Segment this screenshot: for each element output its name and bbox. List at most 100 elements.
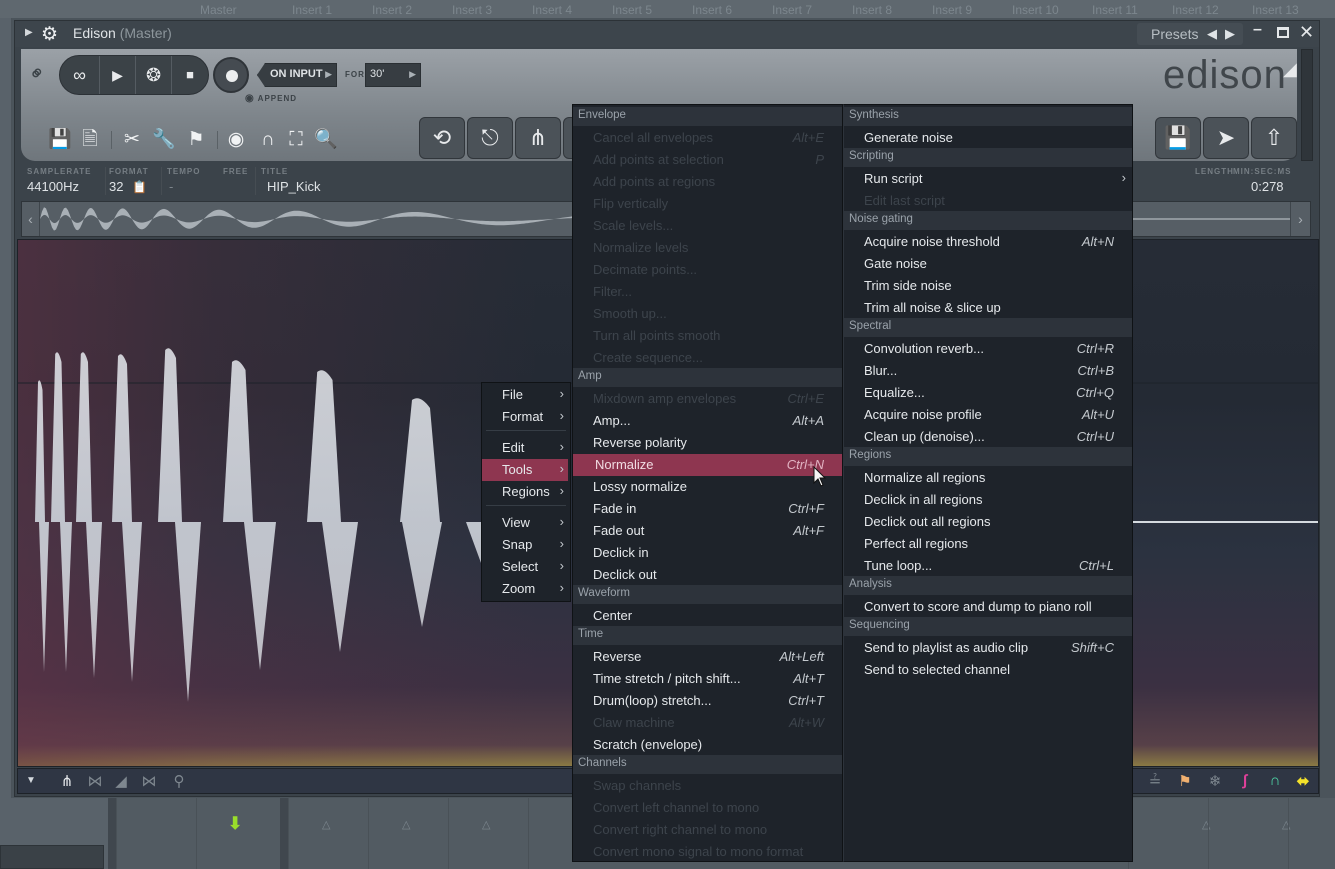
undo-button[interactable]: ⟲	[419, 117, 465, 159]
mixer-track-label[interactable]: Insert 2	[372, 3, 412, 17]
marker-flag-icon[interactable]: ⚑	[183, 127, 209, 153]
menu-item-convolution-reverb[interactable]: Convolution reverb... Ctrl+R	[844, 338, 1132, 360]
menu-item-convert-to-score-and-dump-to-piano-roll[interactable]: Convert to score and dump to piano roll	[844, 596, 1132, 618]
options-dropdown-icon[interactable]: ▼	[20, 775, 42, 786]
mixer-send-arrow-icon[interactable]: △	[322, 818, 330, 831]
magnet-snap-icon[interactable]: ∩	[1264, 772, 1286, 789]
menu-item-acquire-noise-profile[interactable]: Acquire noise profile Alt+U	[844, 404, 1132, 426]
scissors-icon[interactable]: ✂	[119, 127, 145, 153]
menu-item-scratch-envelope[interactable]: Scratch (envelope)	[573, 734, 842, 756]
clipboard-icon[interactable]: 📋	[132, 180, 147, 194]
loop-button[interactable]: ∞	[60, 56, 100, 94]
mixer-track-label[interactable]: Insert 9	[932, 3, 972, 17]
close-icon[interactable]: ✕	[1299, 22, 1314, 43]
gear-icon[interactable]: ⚙	[41, 23, 58, 46]
mixer-send-arrow-icon[interactable]: △	[1282, 818, 1290, 831]
save-new-button[interactable]: 💾	[1155, 117, 1201, 159]
mixer-track-label[interactable]: Insert 7	[772, 3, 812, 17]
mixer-track-label[interactable]: Insert 3	[452, 3, 492, 17]
main-menu-item-regions[interactable]: Regions ›	[482, 481, 568, 503]
connect-nodes-icon[interactable]: ⚲	[168, 772, 190, 790]
drag-sample-button[interactable]: ➤	[1203, 117, 1249, 159]
title-bar[interactable]: ▶ ⚙ Edison (Master) Presets ◀ ▶ – ✕	[15, 21, 1319, 47]
tempo-value[interactable]: -	[169, 179, 173, 194]
menu-item-center[interactable]: Center	[573, 605, 842, 627]
preset-next-icon[interactable]: ▶	[1225, 26, 1235, 42]
mixer-track-label[interactable]: Insert 6	[692, 3, 732, 17]
menu-item-normalize-all-regions[interactable]: Normalize all regions	[844, 467, 1132, 489]
menu-item-fade-out[interactable]: Fade out Alt+F	[573, 520, 842, 542]
mixer-track-label[interactable]: Insert 11	[1092, 3, 1138, 17]
wrench-icon[interactable]: 🔧	[151, 127, 177, 153]
record-duration-select[interactable]: 30' ▶	[365, 63, 421, 87]
eye-icon[interactable]: ◉	[223, 127, 249, 153]
minimize-icon[interactable]: –	[1253, 21, 1262, 39]
samplerate-value[interactable]: 44100Hz	[27, 179, 79, 194]
mixer-track-label[interactable]: Insert 12	[1172, 3, 1219, 17]
menu-item-declick-out[interactable]: Declick out	[573, 564, 842, 586]
append-toggle[interactable]: ◉ APPEND	[245, 93, 297, 104]
main-menu-item-select[interactable]: Select ›	[482, 556, 568, 578]
send-to-playlist-button[interactable]: ⇧	[1251, 117, 1297, 159]
mixer-send-arrow-icon[interactable]: △	[402, 818, 410, 831]
scrub-reel-button[interactable]: ❂	[136, 56, 172, 94]
bowtie-icon[interactable]: ⋈	[84, 772, 106, 790]
menu-item-gate-noise[interactable]: Gate noise	[844, 253, 1132, 275]
scroll-right-icon[interactable]: ›	[1290, 202, 1310, 236]
copy-file-icon[interactable]: 🗎	[77, 127, 103, 153]
main-menu-item-view[interactable]: View ›	[482, 512, 568, 534]
link-icon[interactable]: ⚭	[23, 59, 53, 89]
waveform-icon[interactable]: ⋔	[56, 772, 78, 790]
scroll-left-icon[interactable]: ‹	[22, 202, 40, 236]
menu-item-declick-out-all-regions[interactable]: Declick out all regions	[844, 511, 1132, 533]
insert-arrow-down-icon[interactable]: ⬇	[228, 814, 242, 834]
play-button[interactable]: ▶	[100, 56, 136, 94]
mixer-track-label[interactable]: Insert 10	[1012, 3, 1059, 17]
main-menu-item-file[interactable]: File ›	[482, 384, 568, 406]
split-bowtie-icon[interactable]: ⋈	[138, 772, 160, 790]
title-value[interactable]: HIP_Kick	[267, 179, 320, 194]
marker-icon[interactable]: ⚑	[1174, 772, 1196, 790]
mixer-track-label[interactable]: Insert 8	[852, 3, 892, 17]
menu-item-reverse-polarity[interactable]: Reverse polarity	[573, 432, 842, 454]
main-menu-item-tools[interactable]: Tools ›	[482, 459, 568, 481]
menu-item-drum-loop-stretch[interactable]: Drum(loop) stretch... Ctrl+T	[573, 690, 842, 712]
mixer-track-label[interactable]: Insert 5	[612, 3, 652, 17]
preset-prev-icon[interactable]: ◀	[1207, 26, 1217, 42]
menu-item-acquire-noise-threshold[interactable]: Acquire noise threshold Alt+N	[844, 231, 1132, 253]
align-icon[interactable]: ≟	[1144, 772, 1166, 790]
main-menu-item-format[interactable]: Format ›	[482, 406, 568, 428]
presets-control[interactable]: Presets ◀ ▶	[1137, 23, 1243, 45]
menu-item-declick-in[interactable]: Declick in	[573, 542, 842, 564]
main-menu-item-snap[interactable]: Snap ›	[482, 534, 568, 556]
menu-item-reverse[interactable]: Reverse Alt+Left	[573, 646, 842, 668]
menu-item-equalize[interactable]: Equalize... Ctrl+Q	[844, 382, 1132, 404]
menu-item-trim-all-noise-slice-up[interactable]: Trim all noise & slice up	[844, 297, 1132, 319]
mixer-track-label[interactable]: Insert 1	[292, 3, 332, 17]
zoom-icon[interactable]: 🔍	[313, 127, 339, 153]
fit-view-icon[interactable]: ⛶	[283, 127, 309, 153]
main-menu-item-zoom[interactable]: Zoom ›	[482, 578, 568, 600]
menu-item-blur[interactable]: Blur... Ctrl+B	[844, 360, 1132, 382]
record-trigger-select[interactable]: ON INPUT ▶	[257, 63, 337, 87]
mixer-track-label[interactable]: Insert 4	[532, 3, 572, 17]
menu-item-amp[interactable]: Amp... Alt+A	[573, 410, 842, 432]
menu-item-time-stretch-pitch-shift[interactable]: Time stretch / pitch shift... Alt+T	[573, 668, 842, 690]
stop-button[interactable]: ■	[172, 56, 208, 94]
collapse-arrow-icon[interactable]: ▶	[25, 27, 33, 38]
menu-item-run-script[interactable]: Run script ›	[844, 168, 1132, 190]
mixer-scroll-box[interactable]	[0, 845, 104, 869]
menu-item-clean-up-denoise[interactable]: Clean up (denoise)... Ctrl+U	[844, 426, 1132, 448]
menu-item-generate-noise[interactable]: Generate noise	[844, 127, 1132, 149]
magnet-icon[interactable]: ∩	[255, 127, 281, 153]
save-icon[interactable]: 💾	[47, 127, 73, 153]
ramp-icon[interactable]: ◢	[110, 772, 132, 790]
menu-item-send-to-selected-channel[interactable]: Send to selected channel	[844, 659, 1132, 681]
stretch-arrows-icon[interactable]: ⬌	[1292, 772, 1314, 790]
menu-item-trim-side-noise[interactable]: Trim side noise	[844, 275, 1132, 297]
tools-button[interactable]: ⋔	[515, 117, 561, 159]
maximize-icon[interactable]	[1277, 27, 1289, 38]
menu-item-tune-loop[interactable]: Tune loop... Ctrl+L	[844, 555, 1132, 577]
mixer-send-arrow-icon[interactable]: △	[482, 818, 490, 831]
menu-item-perfect-all-regions[interactable]: Perfect all regions	[844, 533, 1132, 555]
